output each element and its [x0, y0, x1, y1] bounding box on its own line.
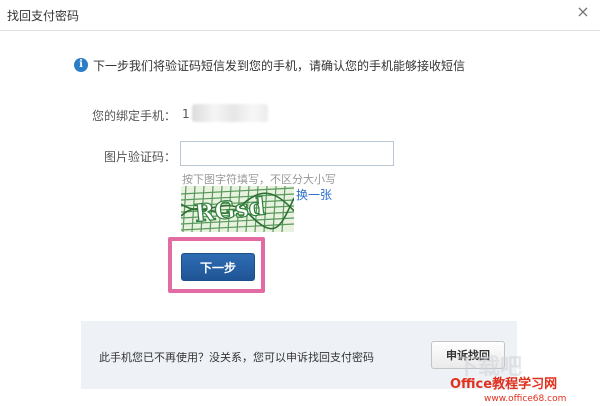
- captcha-image[interactable]: RGsd: [181, 186, 294, 232]
- dialog-title: 找回支付密码: [7, 9, 80, 23]
- appeal-recover-button[interactable]: 申诉找回: [431, 341, 505, 369]
- info-icon: i: [74, 58, 88, 72]
- close-icon[interactable]: ×: [574, 3, 592, 21]
- captcha-hint: 按下图字符填写，不区分大小写: [182, 173, 336, 186]
- dialog-titlebar: 找回支付密码 ×: [0, 0, 600, 31]
- appeal-message: 此手机您已不再使用？没关系，您可以申诉找回支付密码: [99, 351, 374, 364]
- bound-phone-label: 您的绑定手机：: [92, 109, 177, 123]
- captcha-input[interactable]: [180, 141, 394, 166]
- appeal-panel: 此手机您已不再使用？没关系，您可以申诉找回支付密码 申诉找回: [81, 321, 517, 389]
- next-step-button[interactable]: 下一步: [181, 253, 255, 281]
- captcha-label: 图片验证码：: [104, 150, 177, 164]
- refresh-captcha-link[interactable]: 换一张: [296, 186, 332, 203]
- watermark-line2: www.office68.com: [484, 394, 566, 404]
- bound-phone-value: 1: [182, 107, 190, 121]
- phone-number-redaction: [192, 104, 268, 122]
- info-message: 下一步我们将验证码短信发到您的手机，请确认您的手机能够接收短信: [93, 59, 466, 73]
- find-payment-password-dialog: 找回支付密码 × i 下一步我们将验证码短信发到您的手机，请确认您的手机能够接收…: [0, 0, 600, 406]
- captcha-graphic: RGsd: [181, 186, 294, 232]
